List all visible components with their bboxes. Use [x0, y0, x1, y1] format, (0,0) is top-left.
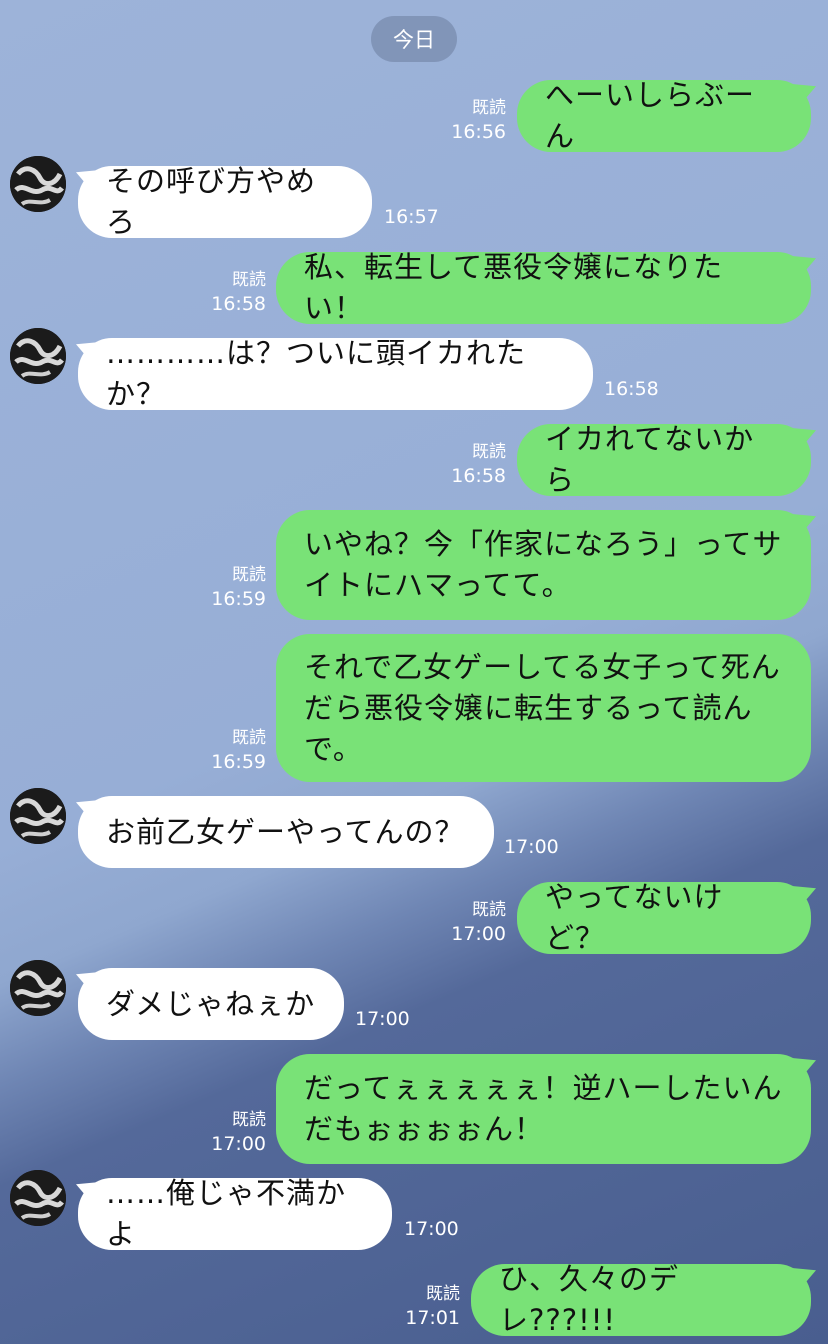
message-meta: 既読 17:01 — [384, 1282, 460, 1330]
message-time: 17:00 — [404, 1218, 459, 1240]
message-meta: 既読 16:59 — [190, 726, 266, 774]
message-meta: 既読 16:59 — [190, 563, 266, 611]
message-text: だってぇぇぇぇぇ！逆ハーしたいんだもぉぉぉぉん！ — [304, 1071, 783, 1146]
read-receipt: 既読 — [472, 98, 506, 118]
avatar-pattern-icon — [10, 328, 66, 384]
message-text: お前乙女ゲーやってんの？ — [106, 814, 465, 849]
message-bubble-sent[interactable]: だってぇぇぇぇぇ！逆ハーしたいんだもぉぉぉぉん！ — [276, 1054, 811, 1164]
message-text: 私、転生して悪役令嬢になりたい！ — [304, 250, 724, 325]
message-time: 17:00 — [355, 1008, 410, 1030]
read-receipt: 既読 — [426, 1284, 460, 1304]
message-meta: 既読 16:56 — [430, 96, 506, 144]
message-bubble-received[interactable]: …………は？ついに頭イカれたか？ — [78, 336, 593, 411]
message-text: いやね？今「作家になろう」ってサイトにハマってて。 — [304, 527, 783, 602]
message-bubble-received[interactable]: ……俺じゃ不満かよ — [78, 1176, 392, 1251]
message-bubble-received[interactable]: お前乙女ゲーやってんの？ — [78, 796, 494, 868]
message-meta: 既読 17:00 — [190, 1108, 266, 1156]
message-time: 16:57 — [384, 206, 439, 228]
message-text: ダメじゃねぇか — [106, 986, 316, 1021]
message-time: 17:00 — [451, 923, 506, 945]
avatar-pattern-icon — [10, 156, 66, 212]
message-bubble-sent[interactable]: へーいしらぶーん — [517, 78, 811, 153]
message-time: 16:59 — [211, 751, 266, 773]
message-bubble-sent[interactable]: 私、転生して悪役令嬢になりたい！ — [276, 250, 811, 325]
message-meta: 既読 16:58 — [190, 268, 266, 316]
read-receipt: 既読 — [472, 442, 506, 462]
message-meta: 既読 16:58 — [430, 440, 506, 488]
contact-avatar[interactable] — [10, 156, 66, 212]
message-text: へーいしらぶーん — [545, 78, 756, 153]
message-time: 16:58 — [604, 378, 659, 400]
message-text: …………は？ついに頭イカれたか？ — [106, 336, 527, 411]
message-text: イカれてないから — [545, 422, 755, 497]
avatar-pattern-icon — [10, 788, 66, 844]
contact-avatar[interactable] — [10, 788, 66, 844]
message-time: 16:56 — [451, 121, 506, 143]
contact-avatar[interactable] — [10, 960, 66, 1016]
read-receipt: 既読 — [472, 900, 506, 920]
message-text: それで乙女ゲーしてる女子って死んだら悪役令嬢に転生するって読んで。 — [304, 649, 781, 766]
message-meta: 既読 17:00 — [430, 898, 506, 946]
message-text: その呼び方やめろ — [106, 164, 317, 239]
message-time: 16:59 — [211, 588, 266, 610]
date-separator: 今日 — [371, 16, 457, 62]
read-receipt: 既読 — [232, 270, 266, 290]
avatar-pattern-icon — [10, 960, 66, 1016]
message-text: ……俺じゃ不満かよ — [106, 1176, 347, 1251]
message-bubble-sent[interactable]: やってないけど？ — [517, 880, 811, 955]
message-text: ひ、久々のデレ???!!! — [499, 1262, 680, 1337]
message-bubble-sent[interactable]: イカれてないから — [517, 422, 811, 497]
read-receipt: 既読 — [232, 565, 266, 585]
contact-avatar[interactable] — [10, 328, 66, 384]
message-bubble-sent[interactable]: ひ、久々のデレ???!!! — [471, 1262, 811, 1337]
message-time: 17:00 — [504, 836, 559, 858]
read-receipt: 既読 — [232, 1110, 266, 1130]
message-bubble-received[interactable]: ダメじゃねぇか — [78, 968, 344, 1040]
message-time: 16:58 — [211, 293, 266, 315]
read-receipt: 既読 — [232, 728, 266, 748]
message-time: 16:58 — [451, 465, 506, 487]
message-bubble-sent[interactable]: いやね？今「作家になろう」ってサイトにハマってて。 — [276, 510, 811, 620]
contact-avatar[interactable] — [10, 1170, 66, 1226]
message-time: 17:00 — [211, 1133, 266, 1155]
message-text: やってないけど？ — [545, 880, 724, 955]
message-bubble-sent[interactable]: それで乙女ゲーしてる女子って死んだら悪役令嬢に転生するって読んで。 — [276, 634, 811, 782]
message-time: 17:01 — [405, 1307, 460, 1329]
avatar-pattern-icon — [10, 1170, 66, 1226]
message-bubble-received[interactable]: その呼び方やめろ — [78, 164, 372, 239]
